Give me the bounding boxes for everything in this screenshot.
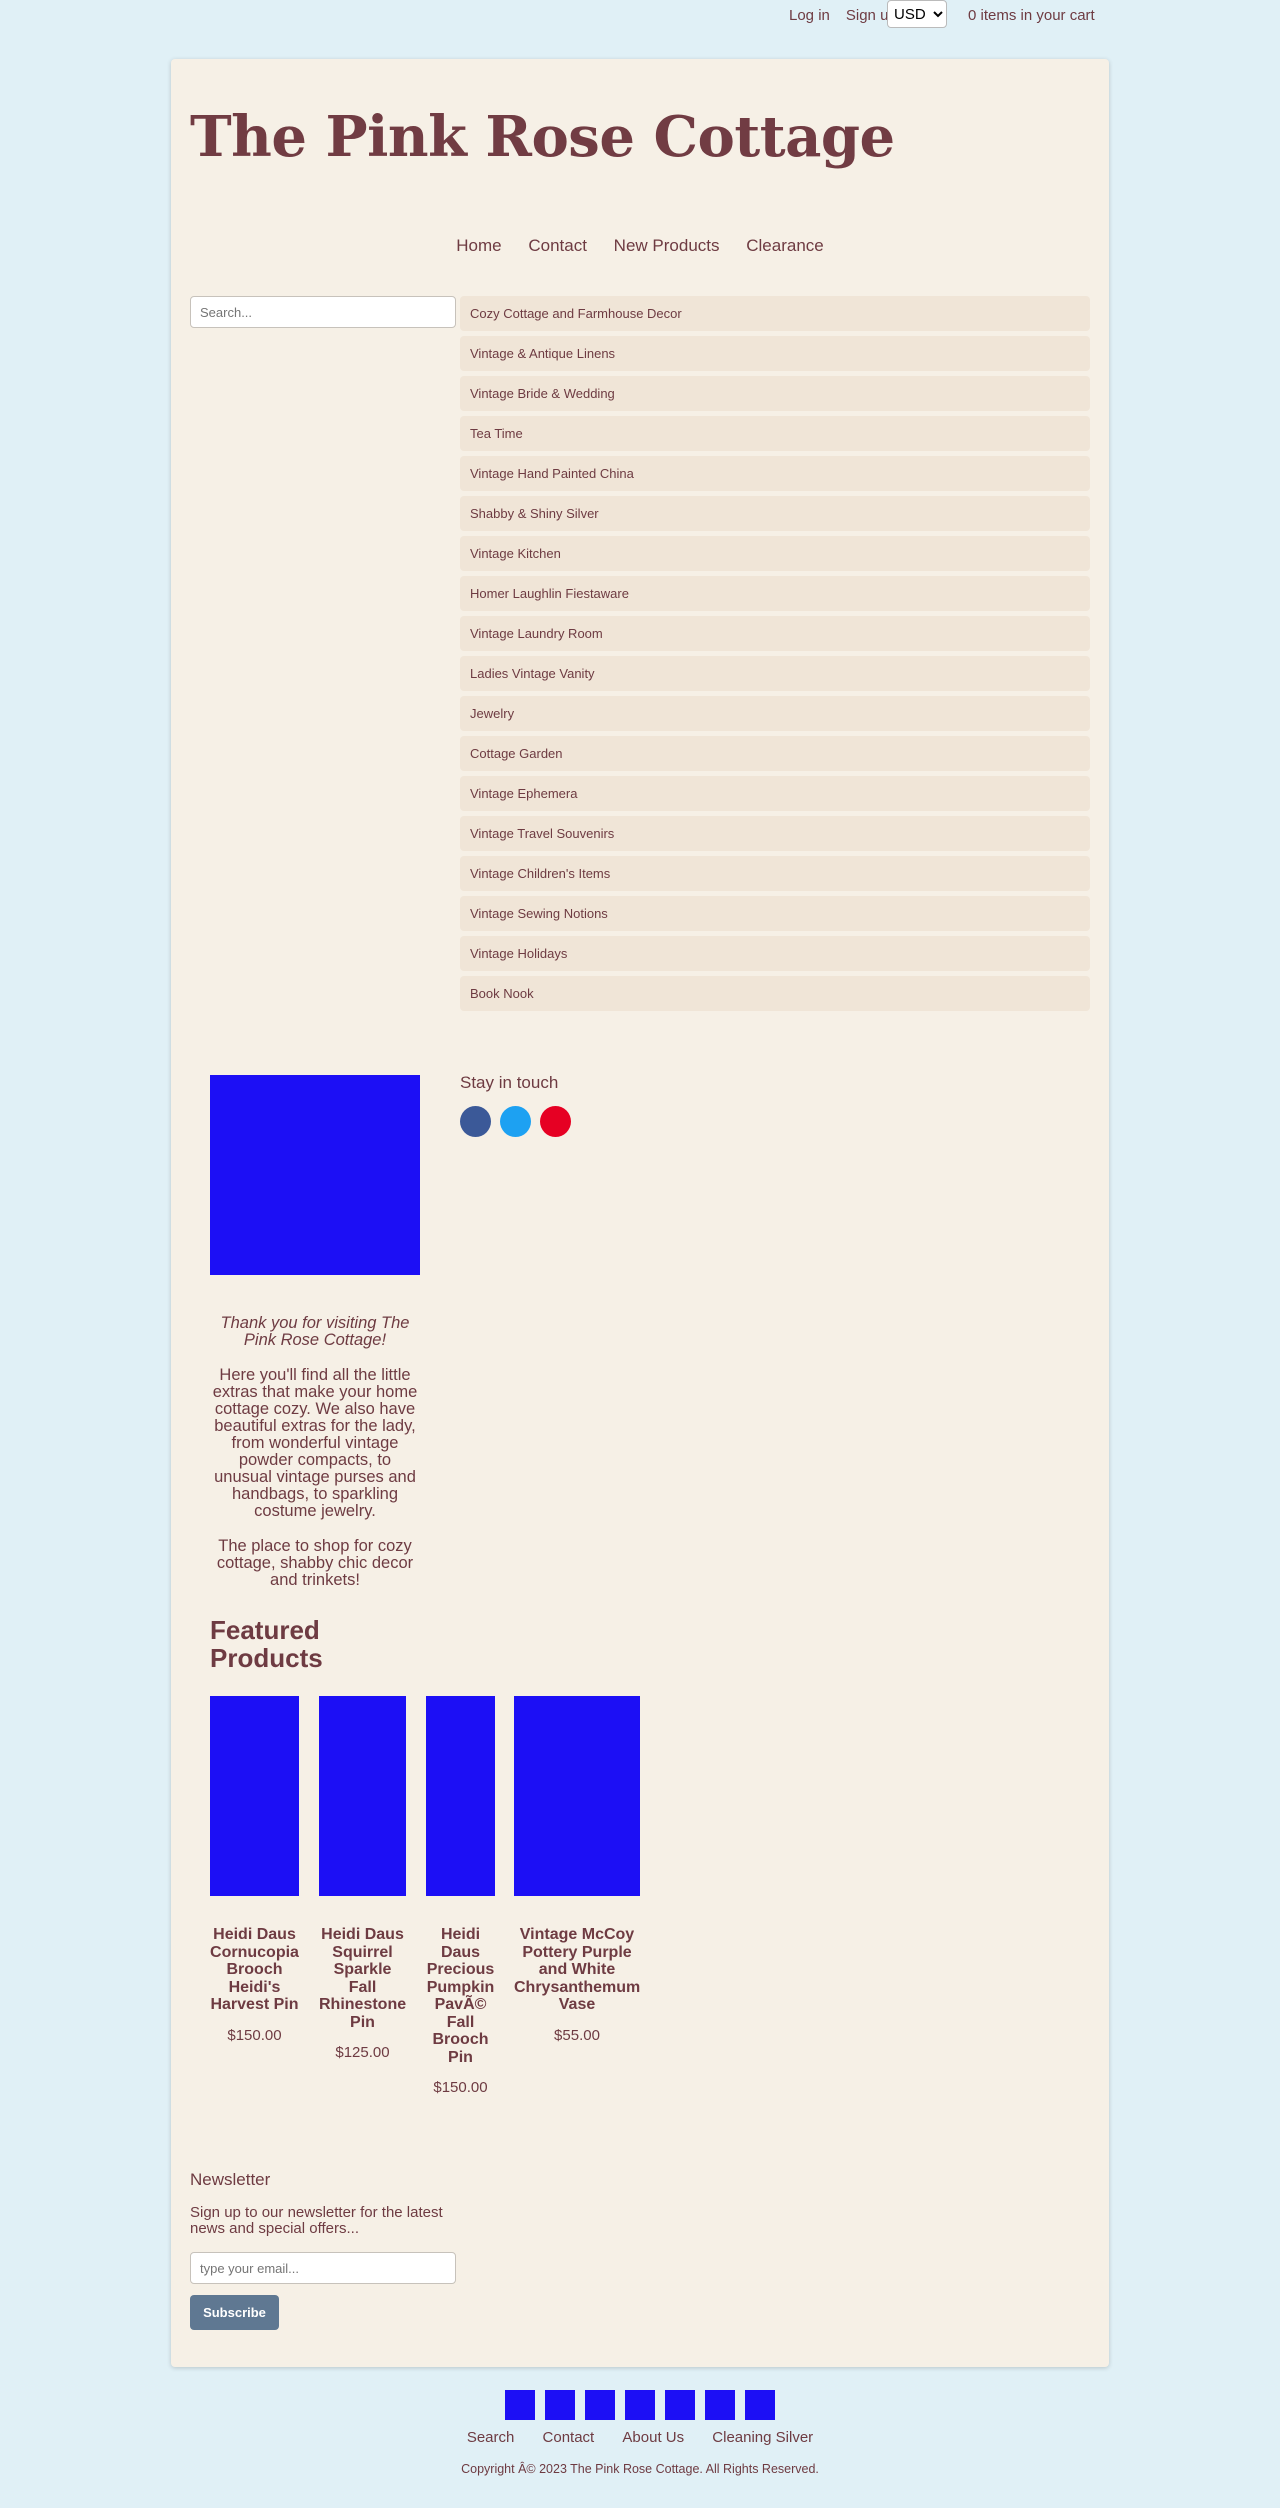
product-card[interactable]: Vintage McCoy Pottery Purple and White C… bbox=[514, 1696, 640, 2044]
login-link[interactable]: Log in bbox=[789, 7, 830, 24]
category-item[interactable]: Vintage Children's Items bbox=[460, 856, 1090, 891]
product-price: $150.00 bbox=[433, 2079, 488, 2096]
footer-image-icon[interactable] bbox=[665, 2390, 695, 2420]
product-price: $150.00 bbox=[227, 2026, 282, 2044]
category-item[interactable]: Vintage Sewing Notions bbox=[460, 896, 1090, 931]
newsletter-heading: Newsletter bbox=[190, 2170, 271, 2189]
footer-image-icon[interactable] bbox=[585, 2390, 615, 2420]
footer-link-about-us[interactable]: About Us bbox=[622, 2429, 684, 2446]
footer-image-icon[interactable] bbox=[505, 2390, 535, 2420]
product-image[interactable] bbox=[319, 1696, 406, 1896]
product-price: $55.00 bbox=[554, 2026, 600, 2044]
nav-item-clearance[interactable]: Clearance bbox=[746, 236, 824, 255]
search-input[interactable] bbox=[190, 296, 456, 328]
welcome-text: Thank you for visiting The Pink Rose Cot… bbox=[210, 1315, 420, 1607]
product-image[interactable] bbox=[210, 1696, 299, 1896]
product-card[interactable]: Heidi Daus Precious Pumpkin PavÃ© Fall B… bbox=[426, 1696, 495, 2096]
welcome-body: Here you'll find all the little extras t… bbox=[212, 1366, 418, 1520]
footer-icon-row bbox=[505, 2390, 775, 2420]
nav-item-home[interactable]: Home bbox=[456, 236, 501, 255]
nav-item-new-products[interactable]: New Products bbox=[614, 236, 720, 255]
nav-item-contact[interactable]: Contact bbox=[528, 236, 587, 255]
twitter-icon[interactable] bbox=[500, 1106, 531, 1137]
footer-image-icon[interactable] bbox=[625, 2390, 655, 2420]
category-item[interactable]: Vintage Bride & Wedding bbox=[460, 376, 1090, 411]
subscribe-button[interactable]: Subscribe bbox=[190, 2295, 279, 2330]
category-item[interactable]: Vintage Kitchen bbox=[460, 536, 1090, 571]
pinterest-icon[interactable] bbox=[540, 1106, 571, 1137]
footer-link-contact[interactable]: Contact bbox=[543, 2429, 595, 2446]
footer-image-icon[interactable] bbox=[745, 2390, 775, 2420]
site-title[interactable]: The Pink Rose Cottage bbox=[190, 104, 895, 170]
category-item[interactable]: Book Nook bbox=[460, 976, 1090, 1011]
stay-in-touch-heading: Stay in touch bbox=[460, 1073, 559, 1092]
top-bar: Log in Sign up USD 0 items in your cart bbox=[0, 0, 1280, 30]
category-item[interactable]: Homer Laughlin Fiestaware bbox=[460, 576, 1090, 611]
category-item[interactable]: Cozy Cottage and Farmhouse Decor bbox=[460, 296, 1090, 331]
category-item[interactable]: Vintage Ephemera bbox=[460, 776, 1090, 811]
social-links bbox=[460, 1106, 571, 1137]
main-card: The Pink Rose Cottage Home Contact New P… bbox=[171, 59, 1109, 2367]
footer-nav: Search Contact About Us Cleaning Silver bbox=[0, 2429, 1280, 2446]
category-item[interactable]: Jewelry bbox=[460, 696, 1090, 731]
category-item[interactable]: Vintage Travel Souvenirs bbox=[460, 816, 1090, 851]
newsletter-description: Sign up to our newsletter for the latest… bbox=[190, 2204, 443, 2237]
category-item[interactable]: Vintage & Antique Linens bbox=[460, 336, 1090, 371]
product-name[interactable]: Vintage McCoy Pottery Purple and White C… bbox=[514, 1926, 640, 2014]
footer-link-search[interactable]: Search bbox=[467, 2429, 515, 2446]
facebook-icon[interactable] bbox=[460, 1106, 491, 1137]
welcome-image bbox=[210, 1075, 420, 1275]
product-name[interactable]: Heidi Daus Squirrel Sparkle Fall Rhinest… bbox=[319, 1926, 406, 2031]
category-item[interactable]: Vintage Laundry Room bbox=[460, 616, 1090, 651]
category-list: Cozy Cottage and Farmhouse Decor Vintage… bbox=[460, 296, 1090, 1016]
welcome-closing: The place to shop for cozy cottage, shab… bbox=[216, 1537, 414, 1589]
cart-link[interactable]: 0 items in your cart bbox=[968, 7, 1095, 24]
account-links: Log in Sign up bbox=[789, 7, 897, 24]
category-item[interactable]: Cottage Garden bbox=[460, 736, 1090, 771]
category-item[interactable]: Shabby & Shiny Silver bbox=[460, 496, 1090, 531]
footer-image-icon[interactable] bbox=[545, 2390, 575, 2420]
product-name[interactable]: Heidi Daus Precious Pumpkin PavÃ© Fall B… bbox=[426, 1926, 495, 2066]
product-price: $125.00 bbox=[335, 2044, 390, 2061]
main-nav: Home Contact New Products Clearance bbox=[171, 236, 1109, 256]
product-image[interactable] bbox=[514, 1696, 640, 1896]
category-item[interactable]: Vintage Hand Painted China bbox=[460, 456, 1090, 491]
footer-link-cleaning-silver[interactable]: Cleaning Silver bbox=[712, 2429, 813, 2446]
product-image[interactable] bbox=[426, 1696, 495, 1896]
category-item[interactable]: Vintage Holidays bbox=[460, 936, 1090, 971]
email-field[interactable] bbox=[190, 2252, 456, 2284]
copyright-text: Copyright Â© 2023 The Pink Rose Cottage.… bbox=[461, 2462, 819, 2476]
category-item[interactable]: Ladies Vintage Vanity bbox=[460, 656, 1090, 691]
footer-image-icon[interactable] bbox=[705, 2390, 735, 2420]
currency-select[interactable]: USD bbox=[887, 0, 947, 28]
product-card[interactable]: Heidi Daus Cornucopia Brooch Heidi's Har… bbox=[210, 1696, 299, 2044]
welcome-intro: Thank you for visiting The Pink Rose Cot… bbox=[220, 1314, 410, 1349]
featured-products-heading: Featured Products bbox=[210, 1615, 323, 1673]
category-item[interactable]: Tea Time bbox=[460, 416, 1090, 451]
product-card[interactable]: Heidi Daus Squirrel Sparkle Fall Rhinest… bbox=[319, 1696, 406, 2061]
product-name[interactable]: Heidi Daus Cornucopia Brooch Heidi's Har… bbox=[210, 1926, 299, 2014]
